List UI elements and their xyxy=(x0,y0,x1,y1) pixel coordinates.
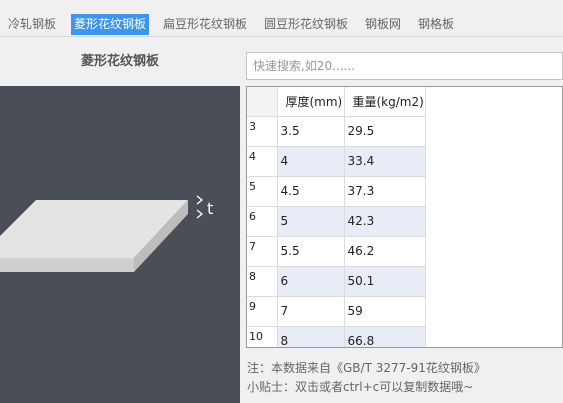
plate-drawing: t xyxy=(0,86,240,403)
table-row: 8 6 50.1 xyxy=(247,266,426,297)
cell-weight[interactable]: 29.5 xyxy=(344,116,426,147)
tab-bar: 冷轧钢板 菱形花纹钢板 扁豆形花纹钢板 圆豆形花纹钢板 钢板网 钢格板 xyxy=(0,0,563,37)
table-row: 5 4.5 37.3 xyxy=(247,176,426,207)
cell-thickness[interactable]: 6 xyxy=(277,266,345,297)
tab-diamond-pattern-plate[interactable]: 菱形花纹钢板 xyxy=(71,14,150,35)
tab-expanded-metal[interactable]: 钢板网 xyxy=(362,14,404,35)
table-row: 4 4 33.4 xyxy=(247,146,426,177)
table-header-row: 厚度(mm) 重量(kg/m2) xyxy=(247,87,426,117)
table-corner xyxy=(247,87,278,117)
plate-top-face xyxy=(0,200,188,258)
row-header[interactable]: 9 xyxy=(247,296,278,327)
tab-cold-rolled-plate[interactable]: 冷轧钢板 xyxy=(5,14,59,35)
table-row: 10 8 66.8 xyxy=(247,326,426,347)
thickness-bracket xyxy=(196,195,204,219)
data-source-note: 注：本数据来自《GB/T 3277-91花纹钢板》 xyxy=(247,361,486,375)
cell-weight[interactable]: 33.4 xyxy=(344,146,426,177)
cell-weight[interactable]: 37.3 xyxy=(344,176,426,207)
table-row: 7 5.5 46.2 xyxy=(247,236,426,267)
tip-note: 小贴士：双击或者ctrl+c可以复制数据哦~ xyxy=(247,380,474,394)
plate-illustration: t xyxy=(0,195,213,272)
cell-weight[interactable]: 42.3 xyxy=(344,206,426,237)
row-header[interactable]: 8 xyxy=(247,266,278,297)
tab-lentil-pattern-plate[interactable]: 扁豆形花纹钢板 xyxy=(160,14,250,35)
row-header[interactable]: 10 xyxy=(247,326,278,347)
cell-thickness[interactable]: 3.5 xyxy=(277,116,345,147)
table-row: 6 5 42.3 xyxy=(247,206,426,237)
search-input[interactable] xyxy=(246,52,563,80)
cell-thickness[interactable]: 5.5 xyxy=(277,236,345,267)
app-window: 冷轧钢板 菱形花纹钢板 扁豆形花纹钢板 圆豆形花纹钢板 钢板网 钢格板 菱形花纹… xyxy=(0,0,563,403)
tab-steel-grating[interactable]: 钢格板 xyxy=(415,14,457,35)
tab-round-bean-pattern-plate[interactable]: 圆豆形花纹钢板 xyxy=(261,14,351,35)
cell-weight[interactable]: 66.8 xyxy=(344,326,426,347)
table-row: 3 3.5 29.5 xyxy=(247,116,426,147)
cell-thickness[interactable]: 4.5 xyxy=(277,176,345,207)
panel-title: 菱形花纹钢板 xyxy=(0,38,240,86)
cell-thickness[interactable]: 8 xyxy=(277,326,345,347)
cell-thickness[interactable]: 5 xyxy=(277,206,345,237)
plate-front-face xyxy=(0,258,134,272)
row-header[interactable]: 7 xyxy=(247,236,278,267)
row-header[interactable]: 6 xyxy=(247,206,278,237)
row-header[interactable]: 4 xyxy=(247,146,278,177)
cell-thickness[interactable]: 4 xyxy=(277,146,345,177)
table-row: 9 7 59 xyxy=(247,296,426,327)
cell-thickness[interactable]: 7 xyxy=(277,296,345,327)
cell-weight[interactable]: 50.1 xyxy=(344,266,426,297)
data-table: 厚度(mm) 重量(kg/m2) 3 3.5 29.5 4 4 33.4 5 4… xyxy=(246,86,563,348)
column-header-weight[interactable]: 重量(kg/m2) xyxy=(344,87,426,117)
row-header[interactable]: 3 xyxy=(247,116,278,147)
column-header-thickness[interactable]: 厚度(mm) xyxy=(277,87,345,117)
cell-weight[interactable]: 46.2 xyxy=(344,236,426,267)
thickness-label: t xyxy=(207,199,213,218)
row-header[interactable]: 5 xyxy=(247,176,278,207)
cell-weight[interactable]: 59 xyxy=(344,296,426,327)
